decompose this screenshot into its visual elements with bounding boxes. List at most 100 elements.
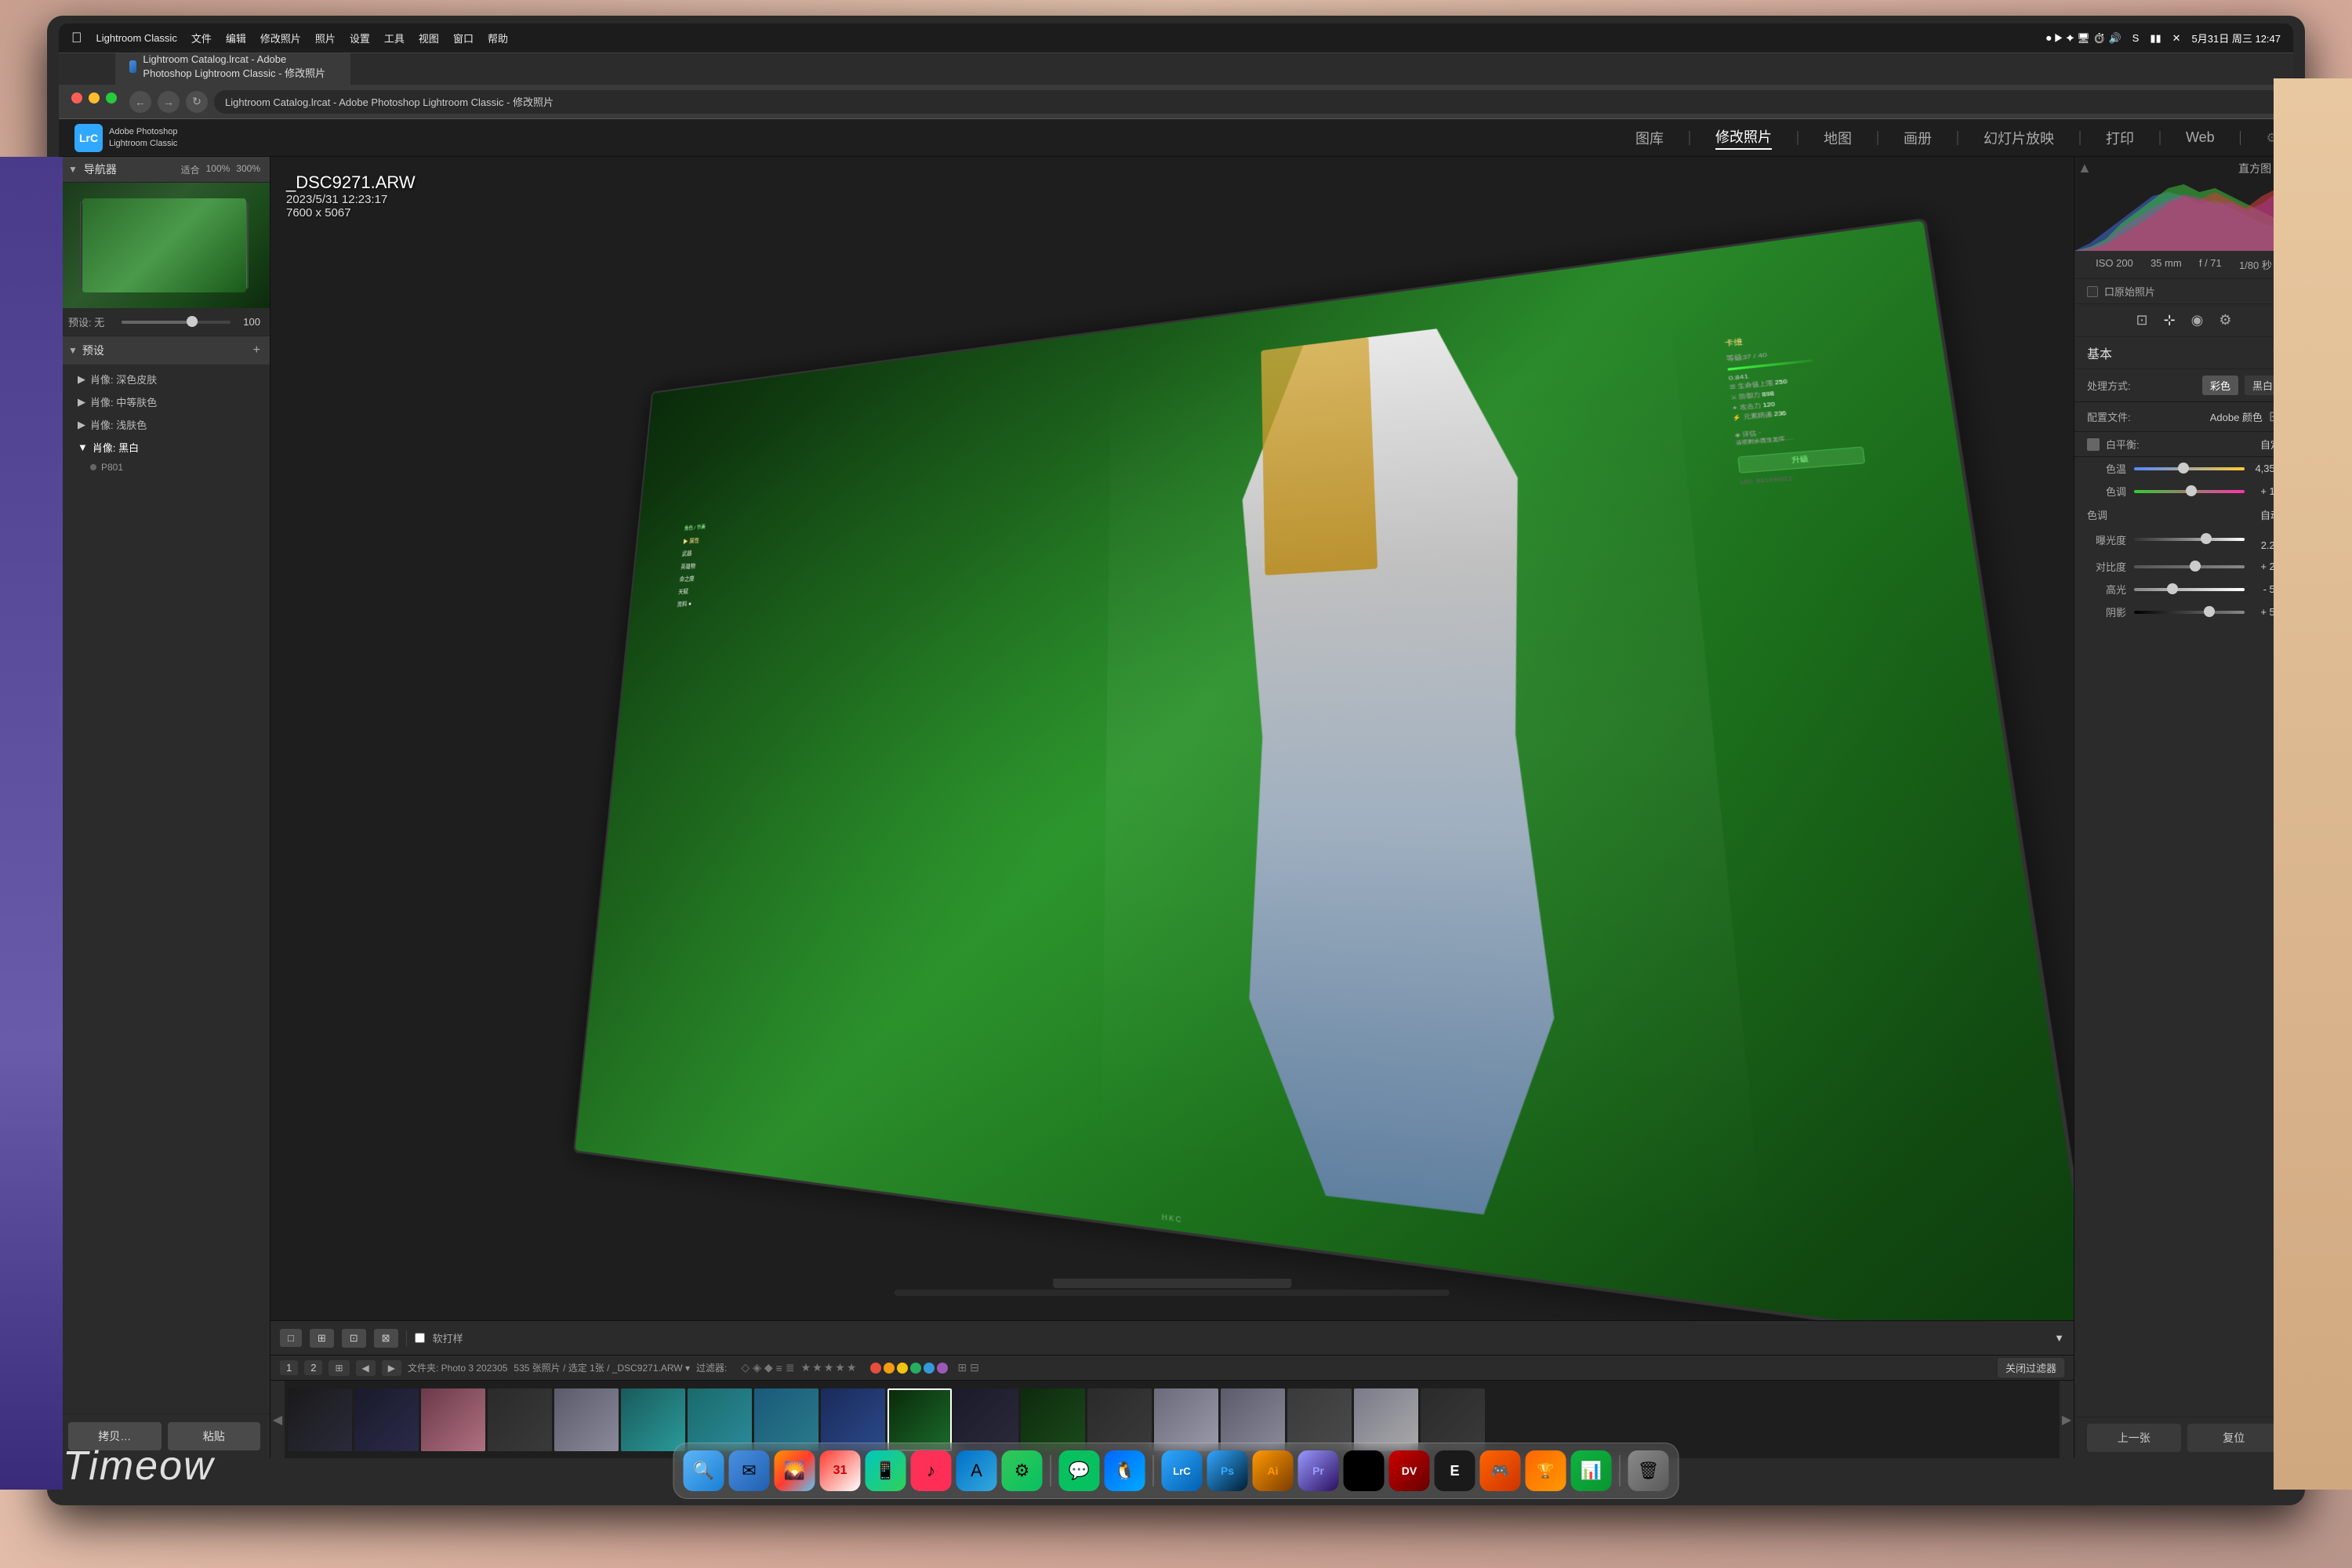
tint-slider[interactable]: [2134, 490, 2245, 493]
filmstrip-item-s24[interactable]: S24: [688, 1388, 752, 1451]
menu-window[interactable]: 窗口: [453, 31, 474, 45]
nav-web[interactable]: Web: [2186, 129, 2215, 146]
preset-portrait-dark[interactable]: ▶ 肖像: 深色皮肤: [59, 368, 270, 390]
nav-opt-100[interactable]: 100%: [206, 163, 230, 176]
nav-opt-300[interactable]: 300%: [236, 163, 260, 176]
preset-portrait-light[interactable]: ▶ 肖像: 浅肤色: [59, 413, 270, 436]
filmstrip-prev[interactable]: ◀: [270, 1381, 285, 1458]
minimize-button[interactable]: [89, 93, 100, 103]
maximize-button[interactable]: [106, 93, 117, 103]
dock-lr[interactable]: LrC: [1162, 1450, 1203, 1491]
view-loupe-btn[interactable]: ⊠: [374, 1329, 398, 1348]
filmstrip-item-s29[interactable]: S29: [1021, 1388, 1085, 1451]
reset-btn[interactable]: 复位: [2187, 1424, 2281, 1452]
nav-opt-fit[interactable]: 适合: [181, 163, 200, 176]
dock-premiere[interactable]: Pr: [1298, 1450, 1339, 1491]
view-survey-btn[interactable]: ⊡: [342, 1329, 366, 1348]
star-1[interactable]: ★: [801, 1361, 811, 1374]
preset-portrait-bw[interactable]: ▼ 肖像: 黑白: [59, 436, 270, 459]
contrast-slider[interactable]: [2134, 565, 2245, 568]
shadows-thumb[interactable]: [2204, 606, 2215, 617]
dock-trash[interactable]: 🗑: [1628, 1450, 1669, 1491]
address-bar[interactable]: Lightroom Catalog.lrcat - Adobe Photosho…: [214, 90, 2284, 114]
close-button[interactable]: [71, 93, 82, 103]
prev-arrow-btn[interactable]: ◀: [356, 1360, 376, 1376]
menu-view[interactable]: 视图: [419, 31, 439, 45]
nav-book[interactable]: 画册: [1904, 128, 1932, 148]
filter-icon-3[interactable]: ◆: [764, 1361, 773, 1374]
refresh-button[interactable]: ↻: [186, 91, 208, 113]
menu-develop[interactable]: 修改照片: [260, 31, 301, 45]
dock-photos[interactable]: 🌄: [775, 1450, 815, 1491]
softproof-checkbox[interactable]: [415, 1333, 425, 1343]
color-label-purple[interactable]: [937, 1363, 948, 1374]
view-icon-2[interactable]: ⊟: [970, 1361, 979, 1374]
menu-photo[interactable]: 照片: [315, 31, 336, 45]
dock-appstore[interactable]: A: [956, 1450, 997, 1491]
filmstrip-item-s35[interactable]: S35: [1421, 1388, 1485, 1451]
toolbar-arrow[interactable]: ▼: [2054, 1332, 2064, 1344]
navigator-header[interactable]: ▼ 导航器 适合 100% 300%: [59, 157, 270, 183]
dock-wechat[interactable]: 💬: [1059, 1450, 1100, 1491]
close-filter-btn[interactable]: 关闭过滤器: [1998, 1358, 2064, 1377]
dock-game2[interactable]: 🏆: [1526, 1450, 1566, 1491]
nav-print[interactable]: 打印: [2106, 128, 2134, 148]
back-button[interactable]: ←: [129, 91, 151, 113]
color-label-blue[interactable]: [924, 1363, 935, 1374]
filmstrip-item-s34[interactable]: S34: [1354, 1388, 1418, 1451]
nav-map[interactable]: 地图: [1824, 128, 1852, 148]
filmstrip-item-s30[interactable]: S30: [1087, 1388, 1152, 1451]
filter-icon-1[interactable]: ◇: [741, 1361, 750, 1374]
dock-calendar[interactable]: 31: [820, 1450, 861, 1491]
wb-dropper-icon[interactable]: [2087, 438, 2100, 451]
filter-icon-5[interactable]: ≣: [786, 1361, 795, 1374]
dock-game1[interactable]: 🎮: [1480, 1450, 1521, 1491]
dock-finder[interactable]: 🔍: [684, 1450, 724, 1491]
filter-icon-2[interactable]: ◈: [753, 1361, 761, 1374]
filmstrip-item-s19[interactable]: S19: [354, 1388, 419, 1451]
color-label-red[interactable]: [870, 1363, 881, 1374]
grid-view-btn[interactable]: ⊞: [328, 1360, 349, 1376]
star-4[interactable]: ★: [835, 1361, 845, 1374]
filmstrip-item-s22[interactable]: S22: [554, 1388, 619, 1451]
filmstrip-item-s31[interactable]: S31: [1154, 1388, 1218, 1451]
dock-facetime[interactable]: 📱: [866, 1450, 906, 1491]
preset-portrait-mid[interactable]: ▶ 肖像: 中等肤色: [59, 390, 270, 413]
histogram-up[interactable]: ▲: [2078, 160, 2092, 176]
active-tab[interactable]: Lightroom Catalog.lrcat - Adobe Photosho…: [115, 49, 350, 85]
view-compare-btn[interactable]: ⊞: [310, 1329, 334, 1348]
app-name[interactable]: Lightroom Classic: [96, 32, 177, 44]
menu-settings[interactable]: 设置: [350, 31, 370, 45]
filmstrip-item-s32[interactable]: S32: [1221, 1388, 1285, 1451]
filmstrip-item-s26[interactable]: S26: [821, 1388, 885, 1451]
filmstrip-item-s21[interactable]: S21: [488, 1388, 552, 1451]
shadows-slider[interactable]: [2134, 611, 2245, 614]
dock-music[interactable]: ♪: [911, 1450, 952, 1491]
color-label-yellow[interactable]: [897, 1363, 908, 1374]
filmstrip-item-s25[interactable]: S25: [754, 1388, 818, 1451]
gradfilter-icon[interactable]: ⚙: [2219, 312, 2231, 328]
basic-panel-header[interactable]: 基本 ▼: [2074, 337, 2293, 369]
dock-ps[interactable]: Ps: [1207, 1450, 1248, 1491]
star-3[interactable]: ★: [824, 1361, 834, 1374]
preset-amount-slider[interactable]: [122, 321, 230, 324]
filmstrip-item-s23[interactable]: S23: [621, 1388, 685, 1451]
presets-header[interactable]: ▼ 预设 +: [59, 336, 270, 365]
star-2[interactable]: ★: [812, 1361, 822, 1374]
filmstrip-item-s33[interactable]: S33: [1287, 1388, 1352, 1451]
highlights-slider[interactable]: [2134, 588, 2245, 591]
dock-epic[interactable]: E: [1435, 1450, 1475, 1491]
tint-thumb[interactable]: [2186, 485, 2197, 496]
color-label-green[interactable]: [910, 1363, 921, 1374]
filter-icon-4[interactable]: ≡: [776, 1362, 782, 1374]
filmstrip-item-s28[interactable]: S28: [954, 1388, 1018, 1451]
exposure-slider[interactable]: [2134, 538, 2245, 541]
prev-photo-btn[interactable]: 上一张: [2087, 1424, 2181, 1452]
apple-menu[interactable]: : [71, 30, 82, 46]
contrast-thumb[interactable]: [2190, 561, 2201, 572]
filmstrip-item-s18[interactable]: S18: [288, 1388, 352, 1451]
redeye-icon[interactable]: ◉: [2191, 312, 2204, 328]
page-num-1[interactable]: 1: [280, 1360, 298, 1375]
dock-mail[interactable]: ✉: [729, 1450, 770, 1491]
dock-finalcut[interactable]: ▶: [1344, 1450, 1385, 1491]
